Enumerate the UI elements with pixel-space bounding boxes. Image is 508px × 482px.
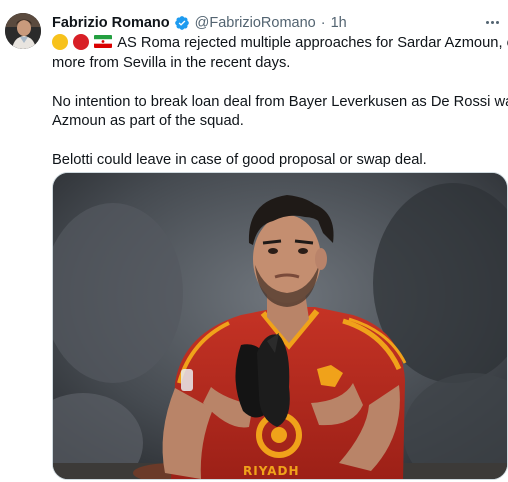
separator-dot: ·	[320, 15, 326, 31]
tweet[interactable]: Fabrizio Romano @FabrizioRomano · 1h AS …	[0, 0, 508, 482]
tweet-line-1: AS Roma rejected multiple approaches for…	[52, 34, 508, 54]
avatar[interactable]	[5, 13, 41, 49]
yellow-circle-icon	[52, 34, 68, 50]
author-handle[interactable]: @FabrizioRomano	[195, 15, 316, 31]
tweet-line-4: Azmoun as part of the squad.	[52, 113, 244, 129]
more-options-icon[interactable]	[482, 12, 502, 32]
tweet-line-2: more from Sevilla in the recent days.	[52, 54, 291, 71]
red-circle-icon	[73, 34, 90, 50]
tweet-media-photo[interactable]: RIYADH	[52, 172, 508, 480]
author-name[interactable]: Fabrizio Romano	[52, 15, 170, 31]
iran-flag-icon	[94, 35, 113, 48]
tweet-timestamp[interactable]: 1h	[331, 15, 347, 31]
tweet-line-3: No intention to break loan deal from Bay…	[52, 93, 508, 110]
tweet-header: Fabrizio Romano @FabrizioRomano · 1h	[52, 14, 347, 32]
verified-badge-icon	[174, 15, 190, 31]
shirt-sponsor-text: RIYADH	[243, 464, 300, 478]
tweet-line-5: Belotti could leave in case of good prop…	[52, 152, 427, 168]
tweet-text: AS Roma rejected multiple approaches for…	[52, 34, 508, 171]
tweet-text-l1: AS Roma rejected multiple approaches for…	[117, 35, 508, 51]
player-photo	[53, 173, 507, 479]
